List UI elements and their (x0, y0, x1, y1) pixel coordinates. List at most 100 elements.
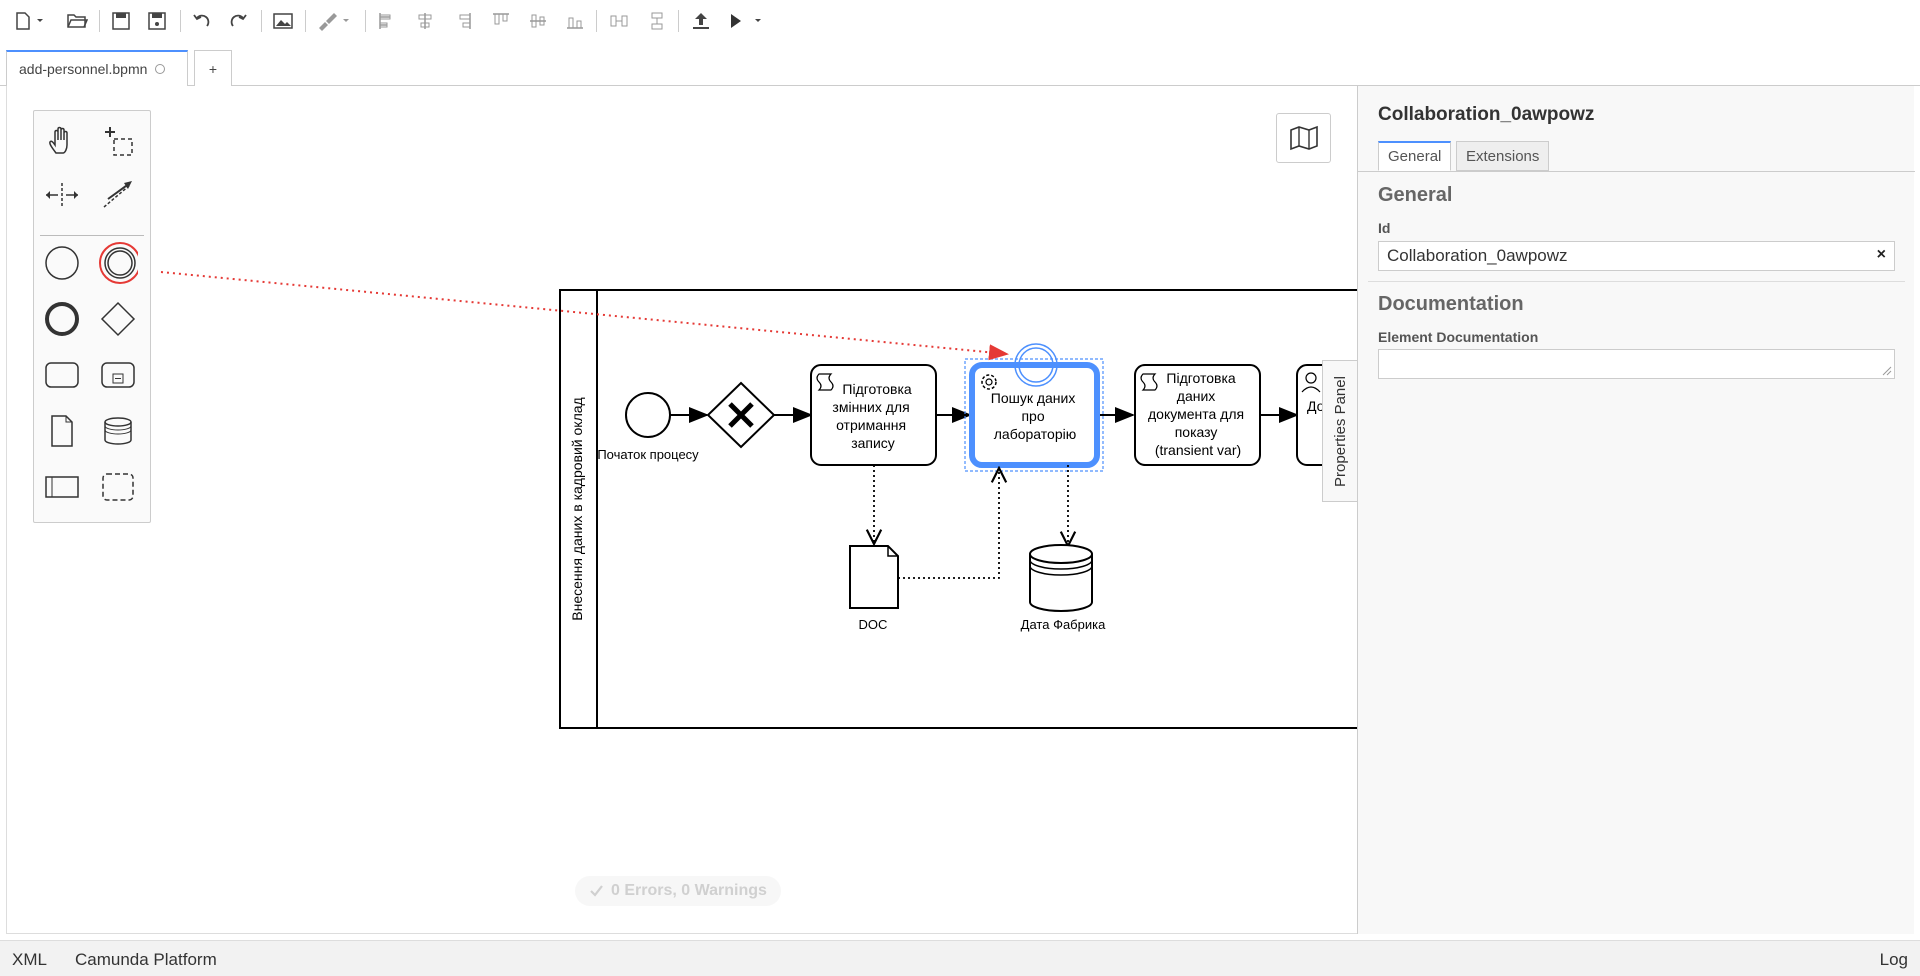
save-button[interactable] (108, 8, 134, 34)
toolbar-separator (365, 10, 366, 32)
open-file-button[interactable] (64, 8, 90, 34)
toolbar (0, 0, 1920, 42)
image-icon (273, 13, 293, 29)
log-button[interactable]: Log (1880, 950, 1908, 970)
script-task-prepare-variables[interactable]: Підготовка змінних для отримання запису (810, 364, 937, 466)
map-icon (1289, 125, 1318, 151)
align-right-button[interactable] (450, 8, 476, 34)
toolbar-separator (596, 10, 597, 32)
export-image-button[interactable] (270, 8, 296, 34)
align-center-button[interactable] (412, 8, 438, 34)
pool-icon (45, 476, 79, 498)
status-bar: XML Camunda Platform Log (0, 940, 1920, 976)
create-task[interactable] (42, 355, 82, 395)
script-task-prepare-document[interactable]: Підготовка даних документа для показу (t… (1134, 364, 1261, 466)
gateway-icon (100, 301, 136, 337)
folder-open-icon (67, 14, 88, 28)
create-intermediate-event[interactable] (98, 242, 138, 284)
minimap-toggle-button[interactable] (1276, 113, 1331, 163)
toolbar-separator (99, 10, 100, 32)
align-right-icon (459, 13, 471, 29)
create-gateway[interactable] (98, 299, 138, 339)
group-icon (102, 473, 134, 501)
deploy-button[interactable] (688, 8, 714, 34)
resize-handle-icon[interactable] (1882, 366, 1892, 376)
connect-icon (103, 181, 132, 208)
new-file-button[interactable] (12, 8, 46, 34)
create-data-store[interactable] (98, 411, 138, 451)
element-documentation-textarea[interactable] (1378, 349, 1895, 379)
create-start-event[interactable] (42, 243, 82, 283)
palette-separator (40, 235, 144, 236)
align-left-icon (379, 13, 391, 29)
create-data-object[interactable] (42, 411, 82, 451)
data-store[interactable] (1029, 544, 1093, 612)
service-task-search-lab[interactable]: Пошук даних про лабораторію (969, 362, 1100, 468)
toolbar-separator (180, 10, 181, 32)
align-middle-button[interactable] (525, 8, 551, 34)
distribute-horizontal-icon (610, 15, 628, 27)
tab-extensions[interactable]: Extensions (1456, 141, 1550, 171)
element-documentation-label: Element Documentation (1378, 329, 1539, 345)
tab-add-personnel[interactable]: add-personnel.bpmn (6, 50, 188, 86)
add-tab-button[interactable]: + (194, 50, 232, 86)
create-subprocess[interactable] (98, 355, 138, 395)
data-object-label: DOC (859, 617, 888, 632)
create-end-event[interactable] (42, 299, 82, 339)
data-store-icon (104, 417, 132, 445)
properties-title: Collaboration_0awpowz (1378, 104, 1595, 125)
data-object-doc[interactable] (849, 545, 899, 609)
redo-button[interactable] (225, 8, 251, 34)
intermediate-event-icon (99, 242, 138, 284)
start-instance-button[interactable] (724, 8, 770, 34)
distribute-horizontal-button[interactable] (606, 8, 632, 34)
group-separator (1368, 281, 1905, 282)
align-top-button[interactable] (488, 8, 514, 34)
align-left-button[interactable] (374, 8, 400, 34)
hand-tool[interactable] (42, 121, 82, 161)
distribute-vertical-button[interactable] (644, 8, 670, 34)
xml-button[interactable]: XML (12, 950, 47, 970)
platform-label[interactable]: Camunda Platform (75, 950, 217, 970)
align-center-icon (418, 13, 432, 29)
align-bottom-icon (567, 17, 583, 29)
subprocess-icon (101, 362, 135, 388)
diagram-canvas[interactable]: Внесення даних в кадровий оклад Початок … (6, 86, 1358, 934)
lint-status[interactable]: 0 Errors, 0 Warnings (575, 876, 781, 906)
unsaved-indicator-icon[interactable] (155, 64, 166, 74)
end-event-icon (45, 302, 79, 336)
global-connect-tool[interactable] (98, 175, 138, 215)
properties-panel-toggle[interactable]: Properties Panel (1322, 360, 1358, 502)
tab-general[interactable]: General (1378, 141, 1452, 171)
undo-button[interactable] (189, 8, 215, 34)
lasso-icon (105, 127, 133, 156)
properties-panel: Collaboration_0awpowz General Extensions… (1357, 86, 1915, 934)
toolbar-separator (678, 10, 679, 32)
lasso-tool[interactable] (98, 121, 138, 161)
task-icon (45, 362, 79, 388)
create-group[interactable] (98, 467, 138, 507)
participant-pool[interactable] (559, 289, 1358, 729)
id-input[interactable]: Collaboration_0awpowz × (1378, 241, 1895, 271)
clear-id-icon[interactable]: × (1877, 246, 1886, 264)
bpmn-diagram: Внесення даних в кадровий оклад Початок … (160, 271, 1358, 729)
upload-icon (693, 13, 709, 29)
lint-status-text: 0 Errors, 0 Warnings (611, 882, 767, 899)
play-icon (731, 14, 761, 28)
data-store-label: Дата Фабрика (1021, 617, 1106, 632)
toolbar-separator (261, 10, 262, 32)
create-pool[interactable] (42, 467, 82, 507)
undo-icon (193, 14, 210, 27)
lane-label: Внесення даних в кадровий оклад (569, 397, 585, 620)
hand-icon (49, 126, 68, 154)
paint-brush-icon (319, 13, 349, 31)
space-icon (46, 183, 78, 207)
save-as-button[interactable] (144, 8, 170, 34)
tool-palette (33, 110, 151, 523)
color-picker-button[interactable] (313, 8, 353, 34)
tab-bar: add-personnel.bpmn + (0, 48, 1920, 86)
space-tool[interactable] (42, 175, 82, 215)
start-event-label: Початок процесу (597, 447, 699, 462)
start-event[interactable] (625, 392, 671, 438)
align-bottom-button[interactable] (562, 8, 588, 34)
